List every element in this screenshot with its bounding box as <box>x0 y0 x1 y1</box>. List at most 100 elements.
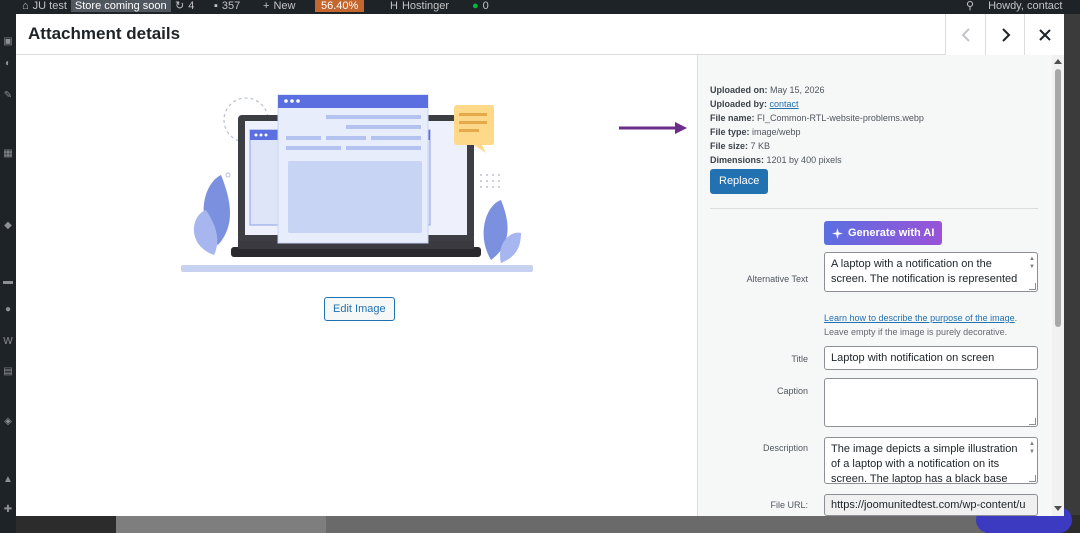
background-content <box>16 515 1080 533</box>
close-button[interactable] <box>1024 14 1064 55</box>
new-label: New <box>273 0 296 12</box>
admin-side-menu: ▣ ◐ ✎ ▦ ◆ ▬ ● W ▤ ◈ ▲ ✚ <box>0 14 16 533</box>
search-icon: ⚲ <box>966 0 975 12</box>
menu-icon[interactable]: ◈ <box>0 416 16 430</box>
attachment-details-sidebar: Uploaded on: May 15, 2026 Uploaded by: c… <box>697 55 1064 516</box>
alt-text-help: Learn how to describe the purpose of the… <box>824 311 1017 339</box>
menu-icon[interactable]: ▦ <box>0 148 16 162</box>
title-value: Laptop with notification on screen <box>831 352 995 364</box>
modal-header: Attachment details <box>16 14 1064 55</box>
admin-bar-site[interactable]: ⌂ JU test Store coming soon <box>22 0 171 12</box>
dimensions: Dimensions: 1201 by 400 pixels <box>710 154 842 166</box>
scroll-down-icon[interactable] <box>1054 506 1062 511</box>
title-label: Title <box>791 354 808 364</box>
resize-grip-icon <box>1029 283 1036 290</box>
edit-image-button[interactable]: Edit Image <box>324 297 395 321</box>
description-value: The image depicts a simple illustration … <box>831 443 1018 484</box>
admin-bar-status[interactable]: ● 0 <box>472 0 489 12</box>
menu-icon[interactable]: ◐ <box>0 58 16 72</box>
comments-count: 357 <box>221 0 241 12</box>
menu-icon[interactable]: ✎ <box>0 90 16 104</box>
generate-with-ai-label: Generate with AI <box>848 227 935 239</box>
hosting-label: Hostinger <box>401 0 450 12</box>
menu-icon[interactable]: ▲ <box>0 474 16 488</box>
divider <box>710 208 1038 209</box>
menu-icon[interactable]: W <box>0 336 16 350</box>
admin-bar: ⌂ JU test Store coming soon ↻ 4 ▪ 357 + … <box>0 0 1080 14</box>
dimensions-label: Dimensions: <box>710 155 765 165</box>
file-name-value: FI_Common-RTL-website-problems.webp <box>757 113 924 123</box>
comment-icon: ▪ <box>214 0 218 12</box>
alt-help-link[interactable]: Learn how to describe the purpose of the… <box>824 313 1015 323</box>
modal-title: Attachment details <box>28 24 181 43</box>
uploaded-by-label: Uploaded by: <box>710 99 768 109</box>
dimensions-value: 1201 by 400 pixels <box>766 155 842 165</box>
scroll-thumb[interactable] <box>1055 69 1061 327</box>
menu-icon[interactable]: ◆ <box>0 220 16 234</box>
admin-bar-hosting[interactable]: H Hostinger <box>390 0 449 12</box>
updates-count: 4 <box>188 0 195 12</box>
alt-help-after: . <box>1014 313 1018 323</box>
status-dot-icon: ● <box>472 0 479 12</box>
plus-icon: + <box>263 0 270 12</box>
alt-text-label: Alternative Text <box>746 274 808 284</box>
home-icon: ⌂ <box>22 0 29 12</box>
file-size-label: File size: <box>710 141 749 151</box>
spin-arrows-icon: ▲ ▼ <box>1029 441 1035 455</box>
replace-button[interactable]: Replace <box>710 169 769 194</box>
alt-text-value: A laptop with a notification on the scre… <box>831 258 1018 285</box>
uploaded-by-link[interactable]: contact <box>770 99 799 109</box>
scroll-up-icon[interactable] <box>1054 59 1062 64</box>
admin-bar-updates[interactable]: ↻ 4 <box>175 0 194 12</box>
status-count: 0 <box>482 0 489 12</box>
generate-with-ai-button[interactable]: Generate with AI <box>824 221 943 245</box>
uploaded-on-value: May 15, 2026 <box>770 85 825 95</box>
description-label: Description <box>762 443 808 453</box>
menu-icon[interactable]: ▣ <box>0 36 16 50</box>
attachment-details-modal: Attachment details Edit Image Uploaded o… <box>16 14 1064 516</box>
description-field[interactable]: The image depicts a simple illustration … <box>824 437 1038 484</box>
file-size: File size: 7 KB <box>710 140 770 152</box>
file-size-value: 7 KB <box>750 141 771 151</box>
site-name: JU test <box>32 0 67 12</box>
next-button[interactable] <box>985 14 1025 55</box>
file-name: File name: FI_Common-RTL-website-problem… <box>710 112 924 124</box>
admin-bar-performance[interactable]: 56.40% <box>315 0 365 12</box>
annotation-arrow-icon <box>619 122 687 134</box>
chevron-right-icon <box>1001 27 1010 42</box>
uploaded-on: Uploaded on: May 15, 2026 <box>710 84 825 96</box>
greeting: Howdy, contact <box>988 0 1063 12</box>
file-type-label: File type: <box>710 127 750 137</box>
file-name-label: File name: <box>710 113 755 123</box>
updates-icon: ↻ <box>175 0 185 12</box>
file-url-value: https://joomunitedtest.com/wp-content/u <box>831 499 1026 511</box>
caption-field[interactable] <box>824 378 1038 427</box>
admin-bar-account[interactable]: ⚲ Howdy, contact <box>966 0 1062 12</box>
sparkle-icon <box>832 227 843 239</box>
alt-help-note: Leave empty if the image is purely decor… <box>824 327 1008 337</box>
sidebar-scrollbar[interactable] <box>1052 55 1064 516</box>
title-field[interactable]: Laptop with notification on screen <box>824 346 1038 370</box>
menu-icon[interactable]: ▬ <box>0 276 16 290</box>
hosting-icon: H <box>390 0 398 12</box>
file-type-value: image/webp <box>752 127 801 137</box>
file-url-label: File URL: <box>770 500 808 510</box>
file-type: File type: image/webp <box>710 126 801 138</box>
file-url-field[interactable]: https://joomunitedtest.com/wp-content/u <box>824 494 1038 516</box>
previous-button[interactable] <box>945 14 985 55</box>
resize-grip-icon <box>1029 418 1036 425</box>
image-preview-area: Edit Image <box>16 55 697 516</box>
admin-bar-new[interactable]: + New <box>263 0 295 12</box>
uploaded-on-label: Uploaded on: <box>710 85 768 95</box>
laptop-notification-image <box>181 94 533 272</box>
caption-label: Caption <box>776 386 808 396</box>
chevron-left-icon <box>961 27 970 42</box>
store-badge: Store coming soon <box>70 0 171 12</box>
menu-icon[interactable]: ▤ <box>0 366 16 380</box>
spin-arrows-icon: ▲ ▼ <box>1029 256 1035 270</box>
menu-icon[interactable]: ● <box>0 304 16 318</box>
admin-bar-comments[interactable]: ▪ 357 <box>214 0 240 12</box>
menu-icon[interactable]: ✚ <box>0 504 16 518</box>
uploaded-by: Uploaded by: contact <box>710 98 799 110</box>
alt-text-field[interactable]: A laptop with a notification on the scre… <box>824 252 1038 292</box>
